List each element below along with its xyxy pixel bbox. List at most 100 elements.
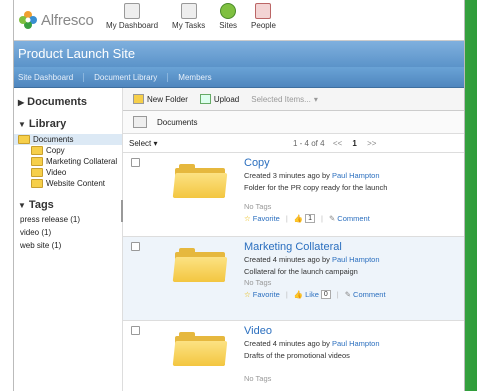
list-item: Video Created 4 minutes ago by Paul Hamp… bbox=[123, 321, 464, 391]
tag-item[interactable]: web site (1) bbox=[14, 239, 122, 252]
tasks-icon bbox=[180, 3, 197, 19]
comment-button[interactable]: ✎ Comment bbox=[345, 290, 386, 299]
sidebar: ▶ Documents ▼ Library Documents Copy Marke… bbox=[14, 88, 123, 391]
nav-my-dashboard[interactable]: My Dashboard bbox=[106, 3, 158, 30]
sidebar-section-label: Tags bbox=[28, 199, 54, 211]
item-actions: ☆ Favorite | 👍 Like 0 | ✎ Comment bbox=[244, 290, 386, 299]
folder-icon bbox=[31, 168, 43, 177]
folder-tree: Documents Copy Marketing Collateral Vide… bbox=[14, 134, 122, 189]
breadcrumb: Documents bbox=[123, 111, 464, 134]
selected-items-menu[interactable]: Selected Items... ▾ bbox=[251, 95, 318, 104]
tag-item[interactable]: press release (1) bbox=[14, 213, 122, 226]
nav-sites[interactable]: Sites bbox=[219, 3, 237, 30]
tree-node-copy[interactable]: Copy bbox=[14, 145, 122, 156]
sidebar-tags-header[interactable]: ▼ Tags bbox=[14, 189, 122, 211]
tag-item[interactable]: video (1) bbox=[14, 226, 122, 239]
people-icon bbox=[255, 3, 272, 19]
comment-button[interactable]: ✎ Comment bbox=[329, 214, 370, 223]
thumbs-up-icon: 👍 bbox=[293, 290, 304, 299]
pager-next[interactable]: >> bbox=[367, 139, 376, 148]
item-info: Copy Created 3 minutes ago by Paul Hampt… bbox=[244, 157, 387, 223]
top-bar: Alfresco My Dashboard My Tasks Sites Peo… bbox=[14, 0, 464, 41]
item-meta: Created 3 minutes ago by Paul Hampton bbox=[244, 171, 387, 180]
select-label: Select bbox=[129, 138, 152, 148]
new-folder-icon bbox=[133, 94, 144, 104]
site-nav-members[interactable]: Members bbox=[178, 73, 221, 82]
like-button[interactable]: 👍 1 bbox=[293, 214, 316, 223]
alfresco-logo[interactable]: Alfresco bbox=[18, 10, 94, 30]
nav-label: Sites bbox=[219, 21, 238, 30]
tree-node-label: Video bbox=[46, 168, 67, 177]
thumbs-up-icon: 👍 bbox=[293, 214, 304, 223]
item-info: Video Created 4 minutes ago by Paul Hamp… bbox=[244, 325, 380, 386]
tree-node-marketing-collateral[interactable]: Marketing Collateral bbox=[14, 156, 122, 167]
star-icon: ☆ bbox=[244, 290, 251, 299]
item-name-link[interactable]: Video bbox=[244, 325, 380, 337]
triangle-down-icon: ▼ bbox=[18, 120, 26, 129]
folder-up-icon[interactable] bbox=[133, 116, 147, 128]
tree-node-website-content[interactable]: Website Content bbox=[14, 178, 122, 189]
item-checkbox[interactable] bbox=[131, 242, 140, 251]
nav-people[interactable]: People bbox=[251, 3, 276, 30]
list-item: Copy Created 3 minutes ago by Paul Hampt… bbox=[123, 153, 464, 237]
logo-text: Alfresco bbox=[41, 11, 94, 29]
pager-prev[interactable]: << bbox=[333, 139, 342, 148]
tree-node-documents[interactable]: Documents bbox=[14, 134, 122, 145]
folder-icon[interactable] bbox=[172, 248, 228, 282]
item-author-link[interactable]: Paul Hampton bbox=[332, 339, 380, 348]
item-tags: No Tags bbox=[244, 278, 272, 287]
sidebar-documents-header[interactable]: ▶ Documents bbox=[14, 88, 122, 108]
folder-icon[interactable] bbox=[172, 332, 228, 366]
triangle-right-icon: ▶ bbox=[18, 98, 25, 107]
breadcrumb-current: Documents bbox=[157, 117, 198, 127]
tree-node-label: Marketing Collateral bbox=[46, 157, 118, 166]
tree-node-video[interactable]: Video bbox=[14, 167, 122, 178]
alfresco-flower-icon bbox=[19, 11, 37, 29]
nav-label: My Dashboard bbox=[106, 21, 159, 30]
favorite-label: Favorite bbox=[252, 214, 280, 223]
site-nav-document-library[interactable]: Document Library bbox=[94, 72, 169, 82]
like-label: Like bbox=[305, 290, 319, 299]
nav-my-tasks[interactable]: My Tasks bbox=[172, 3, 205, 30]
item-meta: Created 4 minutes ago by Paul Hampton bbox=[244, 255, 386, 264]
item-meta: Created 4 minutes ago by Paul Hampton bbox=[244, 339, 380, 348]
favorite-label: Favorite bbox=[252, 290, 280, 299]
folder-icon bbox=[31, 157, 43, 166]
divider: | bbox=[321, 214, 323, 223]
site-title: Product Launch Site bbox=[14, 41, 464, 67]
app-window: Alfresco My Dashboard My Tasks Sites Peo… bbox=[13, 0, 465, 391]
item-checkbox[interactable] bbox=[131, 326, 140, 335]
upload-button[interactable]: Upload bbox=[199, 94, 239, 104]
document-list-pane: New Folder Upload Selected Items... ▾ Do… bbox=[123, 88, 464, 391]
select-menu[interactable]: Select ▾ bbox=[129, 139, 157, 148]
folder-icon bbox=[31, 146, 43, 155]
divider: | bbox=[285, 290, 288, 299]
item-name-link[interactable]: Copy bbox=[244, 157, 387, 169]
tree-node-label: Website Content bbox=[46, 179, 105, 188]
site-nav-dashboard[interactable]: Site Dashboard bbox=[18, 72, 85, 82]
like-count: 1 bbox=[305, 214, 316, 223]
item-tags: No Tags bbox=[244, 374, 272, 383]
item-author-link[interactable]: Paul Hampton bbox=[332, 255, 380, 264]
new-folder-button[interactable]: New Folder bbox=[133, 94, 188, 104]
triangle-down-icon: ▼ bbox=[18, 201, 26, 210]
sidebar-library-header[interactable]: ▼ Library bbox=[14, 108, 122, 130]
sidebar-section-label: Documents bbox=[27, 96, 88, 108]
like-count: 0 bbox=[320, 290, 331, 299]
like-button[interactable]: 👍 Like 0 bbox=[294, 290, 331, 299]
item-author-link[interactable]: Paul Hampton bbox=[332, 171, 380, 180]
comment-label: Comment bbox=[337, 214, 370, 223]
tree-node-label: Documents bbox=[33, 135, 74, 144]
item-name-link[interactable]: Marketing Collateral bbox=[244, 241, 386, 253]
top-nav: My Dashboard My Tasks Sites People bbox=[106, 3, 276, 30]
item-checkbox[interactable] bbox=[131, 158, 140, 167]
divider: | bbox=[336, 290, 339, 299]
item-description: Folder for the PR copy ready for the lau… bbox=[244, 183, 388, 192]
chevron-down-icon: ▾ bbox=[313, 94, 318, 104]
pager-current-page[interactable]: 1 bbox=[352, 139, 356, 148]
item-tags: No Tags bbox=[244, 202, 272, 211]
favorite-button[interactable]: ☆ Favorite bbox=[244, 214, 280, 223]
folder-icon[interactable] bbox=[172, 164, 228, 198]
item-created: Created 4 minutes ago by bbox=[244, 339, 330, 348]
favorite-button[interactable]: ☆ Favorite bbox=[244, 290, 280, 299]
